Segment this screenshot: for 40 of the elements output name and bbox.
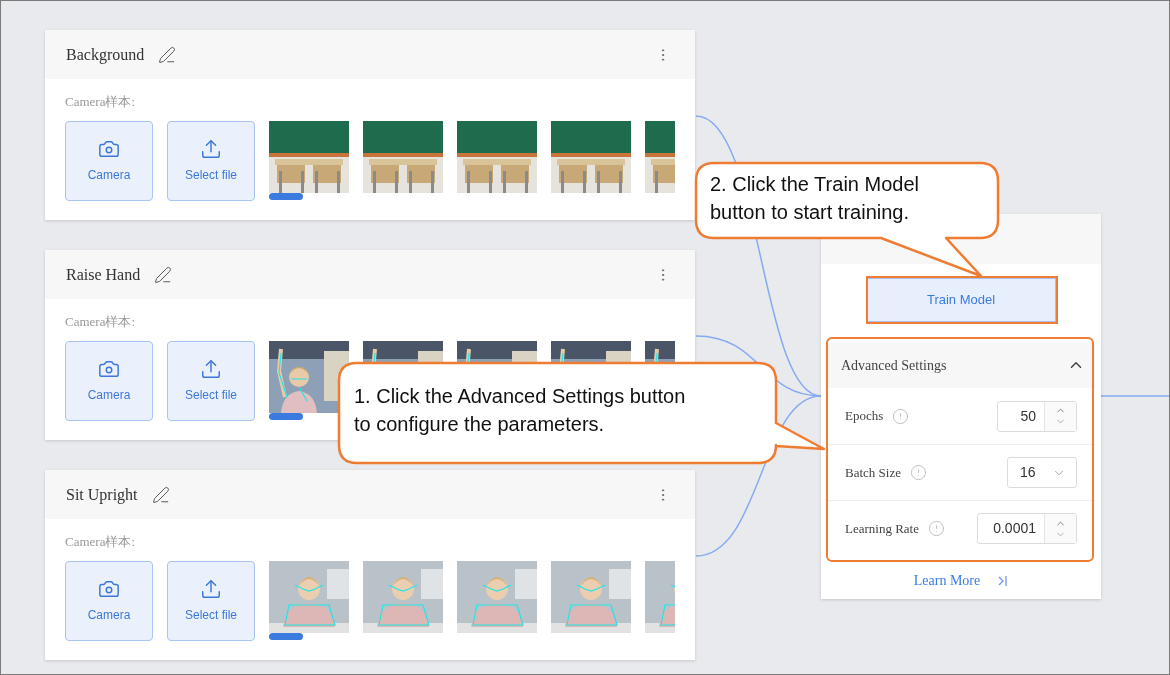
upload-icon bbox=[200, 358, 222, 380]
learn-more-link[interactable]: Learn More bbox=[913, 570, 981, 591]
selection-bar bbox=[269, 633, 303, 640]
select-field[interactable]: 16 bbox=[1007, 457, 1077, 488]
param-label: Epochs bbox=[845, 407, 884, 426]
sample-button[interactable]: Camera bbox=[65, 341, 153, 421]
info-icon[interactable] bbox=[892, 407, 910, 425]
param-label: Learning Rate bbox=[845, 519, 919, 538]
sample-button[interactable]: Select file bbox=[167, 341, 255, 421]
sample-button[interactable]: Select file bbox=[167, 561, 255, 641]
sample-button[interactable]: Camera bbox=[65, 561, 153, 641]
upload-icon bbox=[200, 578, 222, 600]
pencil-icon[interactable] bbox=[158, 45, 177, 64]
camera-icon bbox=[98, 578, 120, 600]
section-label: Camera样本: bbox=[65, 533, 137, 551]
pencil-icon[interactable] bbox=[151, 485, 170, 504]
class-name: Sit Upright bbox=[66, 484, 138, 506]
upload-icon bbox=[200, 138, 222, 160]
pencil-icon[interactable] bbox=[154, 265, 173, 284]
number-field[interactable]: 0.0001 bbox=[977, 513, 1077, 544]
number-field[interactable]: 50 bbox=[997, 400, 1077, 432]
sample-button[interactable]: Select file bbox=[167, 121, 255, 201]
param-label: Batch Size bbox=[845, 463, 901, 482]
section-label: Camera样本: bbox=[65, 93, 137, 111]
train-model-button[interactable]: Train Model bbox=[866, 278, 1056, 322]
info-icon[interactable] bbox=[928, 520, 945, 537]
callout-text: 2. Click the Train Model button to start training. bbox=[710, 172, 919, 225]
selection-bar bbox=[269, 413, 303, 420]
info-icon[interactable] bbox=[909, 464, 927, 481]
class-name: Background bbox=[66, 44, 145, 66]
sample-button[interactable]: Camera bbox=[65, 121, 153, 201]
skip-icon[interactable] bbox=[998, 574, 1009, 587]
section-label: Camera样本: bbox=[65, 313, 137, 331]
selection-bar bbox=[269, 193, 303, 200]
camera-icon bbox=[98, 138, 120, 160]
class-name: Raise Hand bbox=[66, 264, 141, 285]
connector-line bbox=[1100, 395, 1169, 397]
camera-icon bbox=[98, 358, 120, 380]
advanced-settings-header[interactable]: Advanced Settings bbox=[827, 342, 1095, 388]
callout-text: 1. Click the Advanced Settings button to configure the parameters. bbox=[354, 384, 686, 437]
